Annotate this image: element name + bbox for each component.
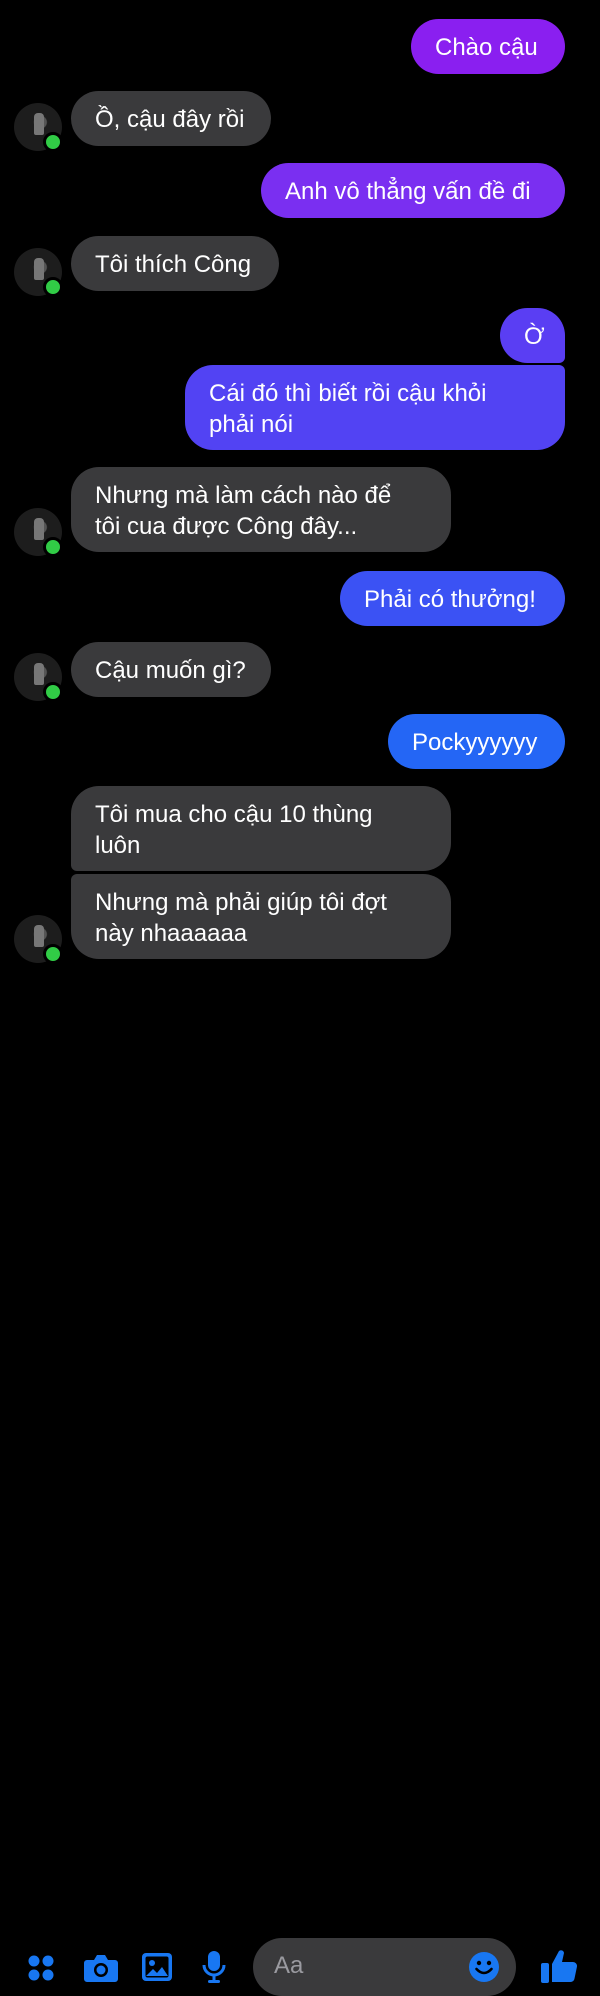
message-bubble-incoming[interactable]: Tôi thích Công — [71, 236, 279, 291]
message-text: Cậu muốn gì? — [95, 657, 246, 684]
message-text-line: Nhưng mà làm cách nào để — [95, 482, 392, 509]
message-text: Pockyyyyyy — [412, 729, 538, 756]
contact-avatar[interactable] — [14, 915, 63, 964]
message-text: Chào cậu — [435, 34, 538, 61]
message-bubble-incoming[interactable]: Nhưng mà phải giúp tôi đợt này nhaaaaaa — [71, 874, 451, 959]
message-text: Ồ, cậu đây rồi — [95, 106, 245, 133]
online-status-dot — [43, 682, 63, 702]
message-text-line: Cái đó thì biết rồi cậu khỏi — [209, 380, 487, 407]
like-icon[interactable] — [540, 1948, 578, 1984]
message-text: Phải có thưởng! — [364, 586, 536, 613]
contact-avatar[interactable] — [14, 248, 63, 297]
contact-avatar[interactable] — [14, 653, 63, 702]
contact-avatar[interactable] — [14, 103, 63, 152]
message-bubble-incoming[interactable]: Ồ, cậu đây rồi — [71, 91, 271, 146]
emoji-icon[interactable] — [468, 1951, 500, 1983]
composer-bar: Aa — [0, 965, 600, 1996]
contact-avatar[interactable] — [14, 508, 63, 557]
camera-icon[interactable] — [83, 1952, 119, 1984]
message-bubble-outgoing[interactable]: Cái đó thì biết rồi cậu khỏi phải nói — [185, 365, 565, 450]
message-bubble-incoming[interactable]: Tôi mua cho cậu 10 thùng luôn — [71, 786, 451, 871]
message-bubble-outgoing[interactable]: Anh vô thẳng vấn đề đi — [261, 163, 565, 218]
message-text-line: tôi cua được Công đây... — [95, 513, 358, 540]
message-text: Tôi thích Công — [95, 251, 252, 278]
message-bubble-outgoing[interactable]: Ờ — [500, 308, 565, 363]
message-text: Anh vô thẳng vấn đề đi — [285, 178, 531, 205]
online-status-dot — [43, 132, 63, 152]
message-thread: Chào cậu Ồ, cậu đây rồi Anh vô thẳng vấn… — [0, 0, 600, 965]
online-status-dot — [43, 277, 63, 297]
apps-icon[interactable] — [27, 1954, 55, 1982]
message-text-line: luôn — [95, 832, 141, 859]
message-bubble-outgoing[interactable]: Phải có thưởng! — [340, 571, 565, 626]
message-text-line: này nhaaaaaa — [95, 920, 248, 947]
message-text-line: phải nói — [209, 411, 294, 438]
online-status-dot — [43, 537, 63, 557]
message-bubble-incoming[interactable]: Cậu muốn gì? — [71, 642, 271, 697]
message-bubble-incoming[interactable]: Nhưng mà làm cách nào để tôi cua được Cô… — [71, 467, 451, 552]
message-text: Ờ — [524, 323, 545, 350]
message-bubble-outgoing[interactable]: Pockyyyyyy — [388, 714, 565, 769]
microphone-icon[interactable] — [202, 1950, 226, 1984]
gallery-icon[interactable] — [141, 1952, 173, 1982]
message-text-line: Nhưng mà phải giúp tôi đợt — [95, 889, 387, 916]
message-bubble-outgoing[interactable]: Chào cậu — [411, 19, 565, 74]
online-status-dot — [43, 944, 63, 964]
message-input-placeholder: Aa — [274, 1952, 304, 1979]
message-text-line: Tôi mua cho cậu 10 thùng — [95, 801, 373, 828]
